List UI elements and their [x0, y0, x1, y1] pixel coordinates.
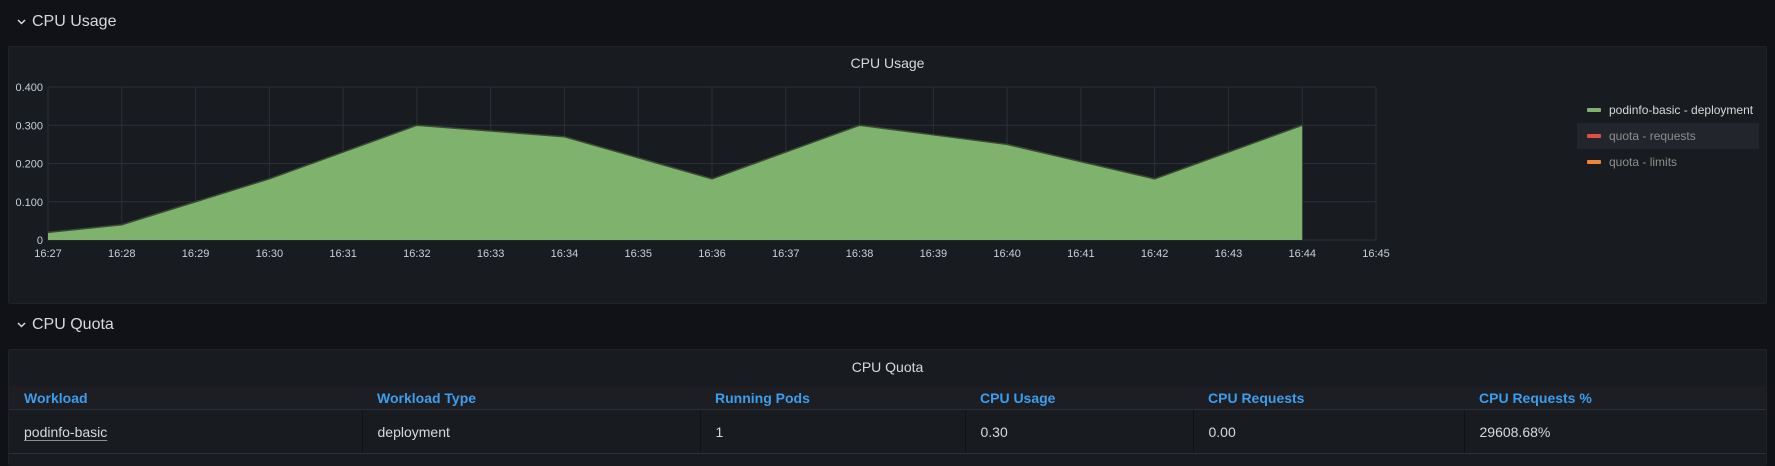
row-cpu-usage[interactable]: CPU Usage: [16, 10, 116, 34]
chart-legend: podinfo-basic - deployment quota - reque…: [1577, 97, 1759, 175]
series-area-deployment: [48, 125, 1303, 240]
x-tick-label: 16:34: [551, 248, 579, 260]
x-tick-label: 16:30: [256, 248, 284, 260]
x-tick-label: 16:29: [182, 248, 210, 260]
quota-table: Workload Workload Type Running Pods CPU …: [9, 386, 1766, 454]
x-tick-label: 16:40: [993, 248, 1021, 260]
x-tick-label: 16:32: [403, 248, 431, 260]
cell-cpu-requests-pct: 29608.68%: [1464, 409, 1766, 454]
y-tick-label: 0.200: [15, 159, 43, 171]
table-row: podinfo-basic deployment 1 0.30 0.00 296…: [9, 409, 1766, 454]
column-header-running-pods[interactable]: Running Pods: [700, 386, 965, 410]
cell-cpu-usage: 0.30: [965, 409, 1194, 454]
cpu-usage-chart: 0 0.100 0.200 0.300 0.400 16:27 16:28 16:29 16:3…: [15, 82, 1390, 260]
cpu-quota-panel: CPU Quota Workload Workload Type Running…: [8, 349, 1767, 466]
legend-label: quota - limits: [1609, 155, 1678, 169]
legend-label: podinfo-basic - deployment: [1609, 103, 1754, 117]
x-tick-label: 16:38: [846, 248, 874, 260]
column-header-workload[interactable]: Workload: [9, 386, 362, 410]
x-tick-label: 16:45: [1362, 248, 1390, 260]
x-tick-label: 16:43: [1215, 248, 1243, 260]
legend-swatch: [1587, 160, 1601, 164]
panel-title: CPU Quota: [851, 359, 924, 375]
legend-item-deployment[interactable]: podinfo-basic - deployment: [1577, 97, 1759, 123]
x-tick-label: 16:28: [108, 248, 136, 260]
legend-swatch: [1587, 134, 1601, 138]
column-header-workload-type[interactable]: Workload Type: [362, 386, 700, 410]
y-tick-label: 0.400: [15, 82, 43, 94]
x-tick-label: 16:35: [624, 248, 652, 260]
x-tick-label: 16:33: [477, 248, 505, 260]
row-title: CPU Usage: [32, 13, 117, 30]
workload-link[interactable]: podinfo-basic: [24, 424, 107, 440]
table-header-row: Workload Workload Type Running Pods CPU …: [9, 386, 1766, 410]
x-tick-label: 16:27: [34, 248, 62, 260]
x-tick-label: 16:42: [1141, 248, 1169, 260]
x-tick-label: 16:36: [698, 248, 726, 260]
chevron-down-icon: [16, 17, 26, 27]
column-header-cpu-requests[interactable]: CPU Requests: [1193, 386, 1464, 410]
cell-workload: podinfo-basic: [9, 409, 363, 454]
x-tick-label: 16:44: [1288, 248, 1316, 260]
cell-workload-type: deployment: [362, 409, 701, 454]
legend-item-requests[interactable]: quota - requests: [1577, 123, 1759, 149]
cell-running-pods: 1: [700, 409, 966, 454]
x-tick-label: 16:31: [329, 248, 357, 260]
row-cpu-quota[interactable]: CPU Quota: [16, 313, 114, 337]
chevron-down-icon: [16, 320, 26, 330]
cpu-usage-panel: CPU Usage 0 0.100 0.200 0.300 0.400 16:27 16:2…: [8, 46, 1767, 304]
y-tick-label: 0.100: [15, 197, 43, 209]
column-header-cpu-usage[interactable]: CPU Usage: [965, 386, 1193, 410]
legend-item-limits[interactable]: quota - limits: [1577, 149, 1759, 175]
x-tick-label: 16:41: [1067, 248, 1095, 260]
column-header-cpu-requests-pct[interactable]: CPU Requests %: [1464, 386, 1766, 410]
y-tick-label: 0: [37, 235, 43, 247]
x-tick-label: 16:37: [772, 248, 800, 260]
x-tick-label: 16:39: [920, 248, 948, 260]
row-title: CPU Quota: [32, 316, 114, 333]
y-tick-label: 0.300: [15, 120, 43, 132]
legend-swatch: [1587, 108, 1601, 112]
cell-cpu-requests: 0.00: [1193, 409, 1465, 454]
legend-label: quota - requests: [1609, 129, 1696, 143]
